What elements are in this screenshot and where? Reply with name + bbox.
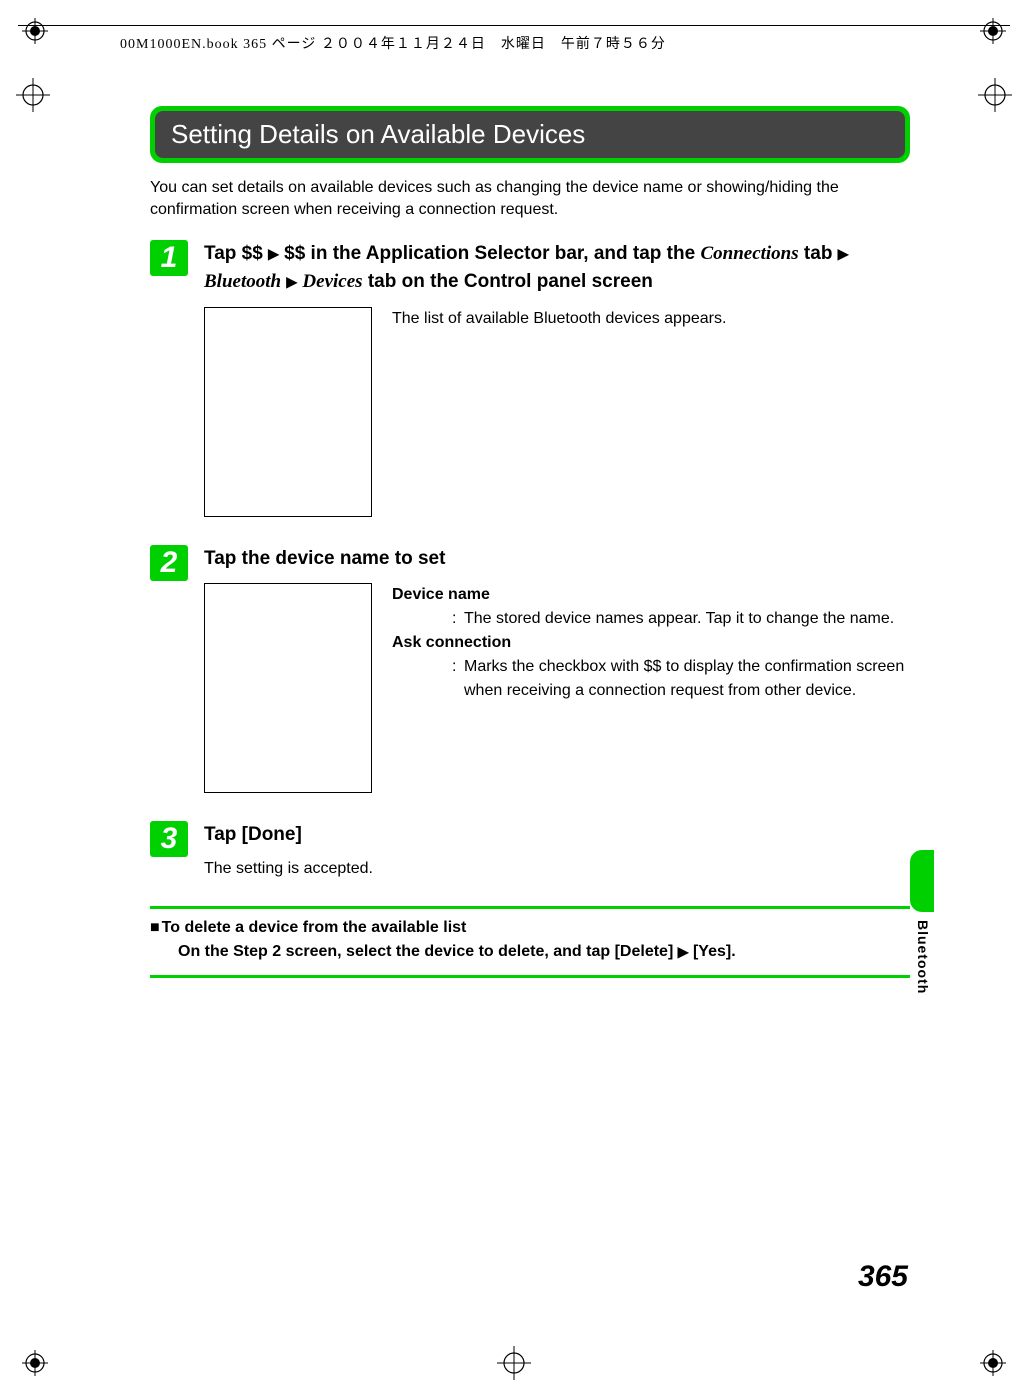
ask-connection-description: Marks the checkbox with $$ to display th…: [464, 655, 910, 703]
registration-mark-bottom-right: [980, 1350, 1006, 1376]
screenshot-placeholder: [204, 307, 372, 517]
side-section-label: Bluetooth: [915, 920, 931, 994]
registration-mark-bottom-center: [497, 1346, 531, 1380]
step-1-title: Tap $$ ▶ $$ in the Application Selector …: [204, 240, 910, 297]
ask-connection-label: Ask connection: [392, 631, 910, 655]
step-3: 3 Tap [Done] The setting is accepted.: [150, 821, 910, 878]
step-3-subtext: The setting is accepted.: [204, 860, 910, 878]
bluetooth-label: Bluetooth: [204, 271, 281, 292]
step-number-3: 3: [150, 821, 188, 857]
step-3-title: Tap [Done]: [204, 821, 910, 850]
registration-mark-top-right: [980, 18, 1006, 44]
document-meta-header: 00M1000EN.book 365 ページ ２００４年１１月２４日 水曜日 午…: [120, 33, 666, 53]
arrow-icon: ▶: [286, 274, 297, 290]
note-body-fragment: On the Step 2 screen, select the device …: [178, 943, 678, 960]
step-number-2: 2: [150, 545, 188, 581]
screenshot-placeholder: [204, 583, 372, 793]
arrow-icon: ▶: [838, 245, 849, 261]
connections-tab-label: Connections: [700, 243, 798, 264]
registration-mark-bottom-left: [22, 1350, 48, 1376]
note-body-fragment: [Yes].: [689, 943, 736, 960]
registration-mark-top-left: [22, 18, 48, 44]
step-1-text-fragment: $$ in the Application Selector bar, and …: [279, 243, 701, 264]
device-name-description: The stored device names appear. Tap it t…: [464, 607, 910, 631]
note-title: To delete a device from the available li…: [150, 919, 910, 937]
step-1-text-fragment: tab: [799, 243, 838, 264]
side-tab: [910, 850, 934, 912]
arrow-icon: ▶: [268, 245, 279, 261]
step-2-title: Tap the device name to set: [204, 545, 910, 574]
page-number: 365: [858, 1260, 908, 1294]
step-2: 2 Tap the device name to set Device name…: [150, 545, 910, 814]
step-1-detail: The list of available Bluetooth devices …: [392, 307, 910, 517]
section-title: Setting Details on Available Devices: [155, 111, 905, 158]
step-2-detail: Device name : The stored device names ap…: [392, 583, 910, 793]
colon: :: [452, 607, 464, 631]
colon: :: [452, 655, 464, 703]
section-header: Setting Details on Available Devices: [150, 106, 910, 163]
step-number-1: 1: [150, 240, 188, 276]
registration-mark-left: [16, 78, 50, 112]
step-1-text-fragment: tab on the Control panel screen: [363, 271, 653, 292]
devices-tab-label: Devices: [302, 271, 362, 292]
intro-paragraph: You can set details on available devices…: [150, 177, 910, 222]
crop-header-line: [18, 25, 1010, 26]
arrow-icon: ▶: [678, 943, 689, 959]
page-content: Setting Details on Available Devices You…: [150, 106, 910, 978]
device-name-label: Device name: [392, 583, 910, 607]
step-1: 1 Tap $$ ▶ $$ in the Application Selecto…: [150, 240, 910, 537]
note-box: To delete a device from the available li…: [150, 906, 910, 978]
step-1-text-fragment: Tap $$: [204, 243, 268, 264]
registration-mark-right: [978, 78, 1012, 112]
note-body: On the Step 2 screen, select the device …: [178, 943, 910, 961]
